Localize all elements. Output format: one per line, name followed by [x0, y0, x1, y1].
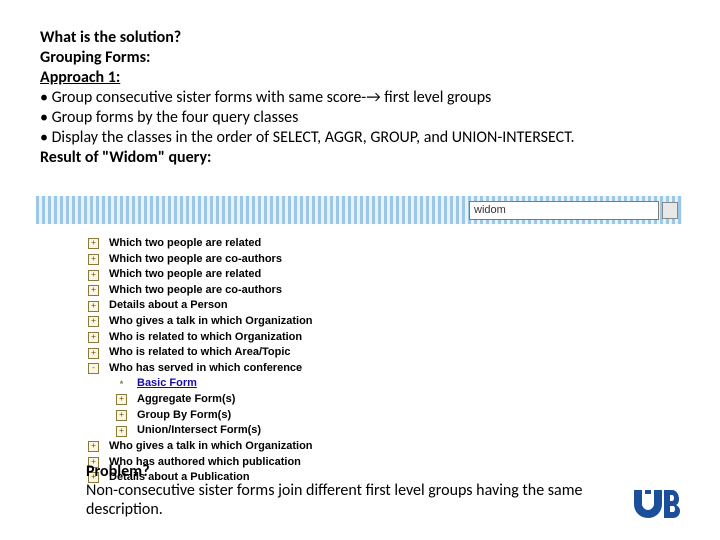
slide: What is the solution? Grouping Forms: Ap… — [0, 0, 720, 540]
search-band: widom — [36, 196, 682, 224]
tree-row[interactable]: + Which two people are related — [88, 236, 313, 252]
tree-label: Who is related to which Area/Topic — [109, 345, 291, 361]
problem-text: Non-consecutive sister forms join differ… — [86, 481, 606, 519]
bottom-text-block: Problem? Non-consecutive sister forms jo… — [86, 462, 606, 520]
tree-label: Who has served in which conference — [109, 361, 302, 377]
results-tree: + Which two people are related + Which two … — [88, 236, 313, 486]
tree-row[interactable]: + Group By Form(s) — [88, 408, 313, 424]
tree-label: Union/Intersect Form(s) — [137, 423, 261, 439]
heading-approach: Approach 1: — [40, 68, 680, 88]
search-button[interactable] — [662, 202, 678, 219]
tree-row[interactable]: -Who has served in which conference — [88, 361, 313, 377]
expand-icon[interactable]: + — [88, 254, 99, 265]
tree-label: Details about a Person — [109, 298, 228, 314]
heading-solution: What is the solution? — [40, 28, 680, 48]
heading-result: Result of "Widom" query: — [40, 148, 680, 168]
tree-label: Which two people are co-authors — [109, 252, 282, 268]
expand-icon[interactable]: + — [88, 270, 99, 281]
tree-row[interactable]: + Aggregate Form(s) — [88, 392, 313, 408]
tree-label[interactable]: Basic Form — [137, 376, 197, 392]
expand-icon[interactable]: + — [88, 301, 99, 312]
tree-label: Aggregate Form(s) — [137, 392, 235, 408]
tree-row[interactable]: + Union/Intersect Form(s) — [88, 423, 313, 439]
collapse-icon[interactable]: - — [88, 363, 99, 374]
expand-icon[interactable]: + — [88, 316, 99, 327]
expand-icon[interactable]: + — [88, 332, 99, 343]
bullet-3: • Display the classes in the order of SE… — [40, 128, 680, 148]
tree-row[interactable]: * Basic Form — [88, 376, 313, 392]
tree-row[interactable]: + Which two people are related — [88, 267, 313, 283]
expand-icon[interactable]: + — [116, 410, 127, 421]
tree-label: Which two people are related — [109, 267, 261, 283]
tree-label: Group By Form(s) — [137, 408, 231, 424]
expand-icon[interactable]: + — [88, 441, 99, 452]
tree-label: Who is related to which Organization — [109, 330, 302, 346]
bullet-icon[interactable]: * — [116, 378, 127, 391]
heading-grouping: Grouping Forms: — [40, 48, 680, 68]
tree-row[interactable]: + Who is related to which Area/Topic — [88, 345, 313, 361]
expand-icon[interactable]: + — [88, 348, 99, 359]
tree-row[interactable]: + Which two people are co-authors — [88, 252, 313, 268]
expand-icon[interactable]: + — [116, 426, 127, 437]
bullet-1: • Group consecutive sister forms with sa… — [40, 88, 680, 108]
search-value: widom — [474, 204, 506, 216]
expand-icon[interactable]: + — [88, 238, 99, 249]
tree-row[interactable]: + Who gives a talk in which Organization — [88, 314, 313, 330]
tree-row[interactable]: + Who is related to which Organization — [88, 330, 313, 346]
expand-icon[interactable]: + — [116, 394, 127, 405]
tree-label: Who gives a talk in which Organization — [109, 439, 313, 455]
tree-label: Which two people are co-authors — [109, 283, 282, 299]
top-text-block: What is the solution? Grouping Forms: Ap… — [40, 28, 680, 168]
tree-label: Who gives a talk in which Organization — [109, 314, 313, 330]
tree-label: Which two people are related — [109, 236, 261, 252]
tree-row[interactable]: + Which two people are co-authors — [88, 283, 313, 299]
search-input[interactable]: widom — [469, 201, 659, 220]
tree-row[interactable]: + Who gives a talk in which Organization — [88, 439, 313, 455]
bullet-2: • Group forms by the four query classes — [40, 108, 680, 128]
heading-problem: Problem? — [86, 462, 606, 481]
expand-icon[interactable]: + — [88, 285, 99, 296]
ub-logo — [632, 490, 680, 518]
tree-row[interactable]: + Details about a Person — [88, 298, 313, 314]
